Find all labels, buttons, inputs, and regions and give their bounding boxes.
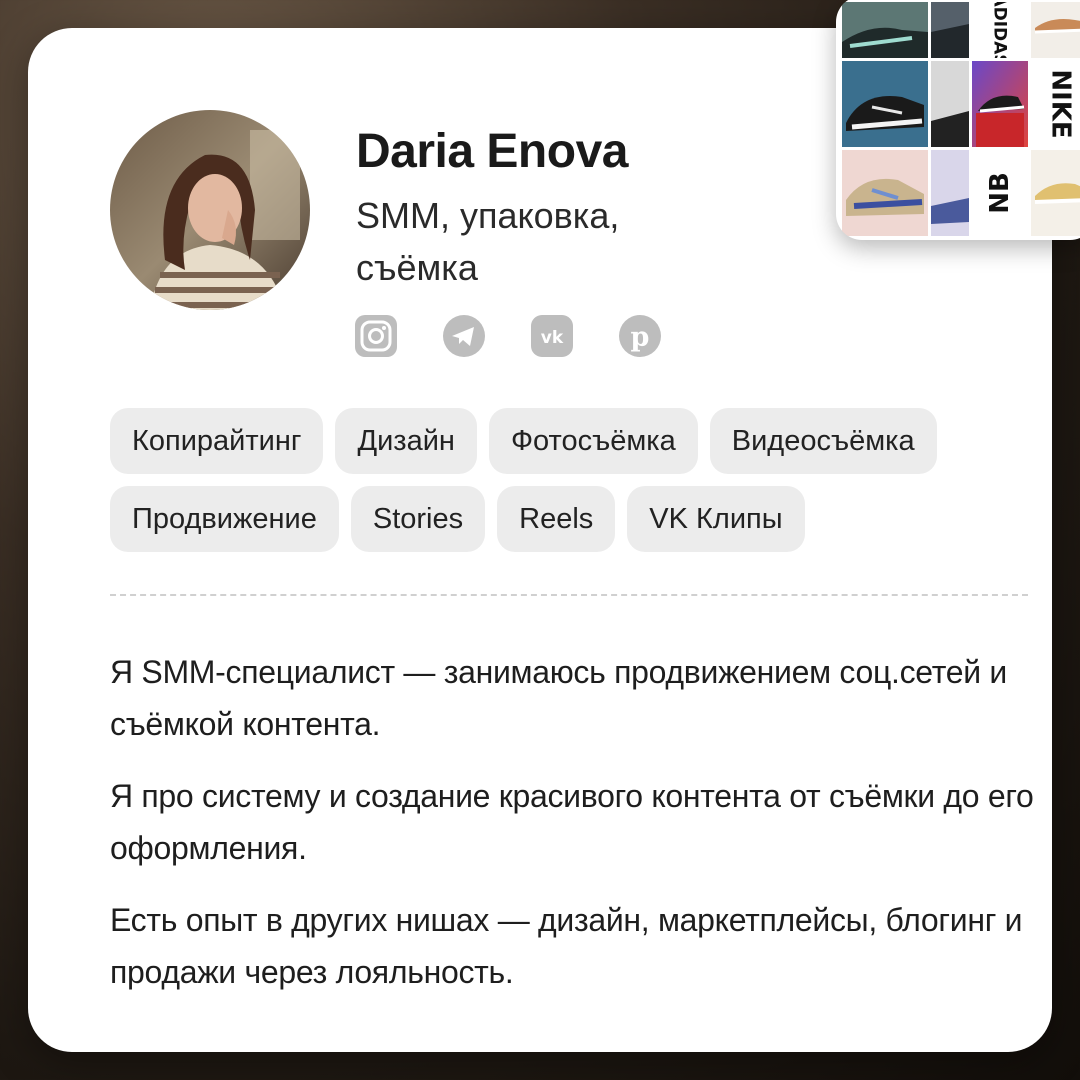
sneaker-photo — [931, 61, 969, 147]
tag-copywriting[interactable]: Копирайтинг — [110, 408, 324, 474]
tag-promotion[interactable]: Продвижение — [110, 486, 339, 552]
sneaker-photo — [931, 2, 969, 58]
bio-paragraph: Я SMM-специалист — занимаюсь продвижение… — [110, 654, 1007, 742]
sneaker-photo — [1031, 150, 1080, 236]
pinterest-icon[interactable]: p — [618, 314, 662, 358]
svg-text:p: p — [631, 322, 650, 353]
svg-text:vk: vk — [541, 328, 564, 348]
brand-label-adidas: ADIDAS — [972, 2, 1028, 58]
avatar[interactable] — [110, 110, 310, 310]
sneaker-photo — [842, 2, 928, 58]
skill-tags: Копирайтинг Дизайн Фотосъёмка Видеосъёмк… — [110, 408, 1050, 552]
sneaker-collage[interactable]: ADIDAS NIKE NB — [836, 0, 1080, 240]
tag-vk-clips[interactable]: VK Клипы — [627, 486, 805, 552]
divider — [110, 594, 1028, 596]
vk-icon[interactable]: vk — [530, 314, 574, 358]
sneaker-photo — [842, 150, 928, 236]
profile-name: Daria Enova — [356, 125, 628, 178]
tag-stories[interactable]: Stories — [350, 486, 486, 552]
tag-reels[interactable]: Reels — [497, 486, 616, 552]
brand-label-nike: NIKE — [1031, 61, 1080, 147]
bio-paragraph: Я про систему и создание красивого конте… — [110, 778, 1034, 866]
sneaker-photo — [1031, 2, 1080, 58]
bio-paragraph: Есть опыт в других нишах — дизайн, марке… — [110, 902, 1023, 990]
brand-label-nb: NB — [972, 150, 1028, 236]
bio: Я SMM-специалист — занимаюсь продвижение… — [110, 646, 1050, 1018]
tag-photo[interactable]: Фотосъёмка — [488, 408, 698, 474]
sneaker-photo — [972, 61, 1028, 147]
profile-role: SMM, упаковка, съёмка — [356, 195, 620, 288]
sneaker-photo — [931, 150, 969, 236]
social-links: vk p — [354, 314, 662, 358]
tag-design[interactable]: Дизайн — [335, 408, 477, 474]
tag-video[interactable]: Видеосъёмка — [709, 408, 937, 474]
telegram-icon[interactable] — [442, 314, 486, 358]
instagram-icon[interactable] — [354, 314, 398, 358]
sneaker-photo — [842, 61, 928, 147]
